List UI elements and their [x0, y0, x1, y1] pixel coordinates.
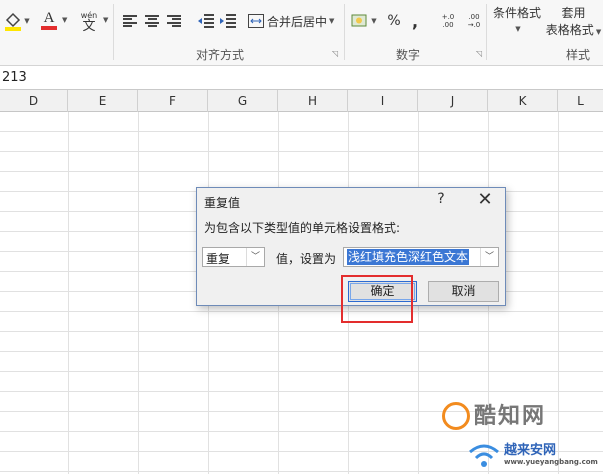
dialog-prompt: 为包含以下类型值的单元格设置格式: — [204, 221, 401, 235]
watermark-subtitle: 越来安网 — [504, 443, 557, 458]
font-color-letter: A — [43, 9, 55, 26]
format-with-label: 值，设置为 — [276, 252, 337, 266]
align-right-button[interactable] — [164, 12, 184, 30]
accounting-format-button[interactable]: ▼ — [350, 10, 378, 32]
chevron-down-icon: ▼ — [371, 17, 377, 25]
increase-indent-button[interactable] — [218, 12, 238, 30]
watermark: 酷知网 越来安网 www.yueyangbang.com — [430, 394, 603, 474]
chevron-down-icon: ▼ — [103, 16, 109, 24]
column-header-i[interactable]: I — [348, 90, 418, 112]
decrease-decimal-button[interactable]: .00 →.0 — [462, 10, 486, 32]
format-as-table-label-top: 套用 — [561, 6, 586, 20]
column-header-h[interactable]: H — [278, 90, 348, 112]
dialog-launcher-icon[interactable]: ◹ — [476, 49, 482, 58]
group-label-styles: 样式 — [566, 48, 591, 62]
formula-value: 213 — [2, 70, 27, 85]
merge-center-button[interactable]: 合并后居中 ▼ — [248, 10, 340, 32]
column-header-d[interactable]: D — [0, 90, 68, 112]
group-label-number: 数字 — [396, 48, 421, 62]
close-icon[interactable]: ✕ — [473, 189, 497, 211]
column-header-l[interactable]: L — [558, 90, 603, 112]
phonetic-guide-button[interactable]: wén 文 — [74, 8, 104, 34]
comma-style-button[interactable]: , — [406, 10, 424, 32]
increase-indent-icon — [220, 14, 236, 28]
column-header-e[interactable]: E — [68, 90, 138, 112]
comma-label: , — [411, 11, 419, 31]
watermark-logo-icon — [442, 402, 470, 430]
chevron-down-icon: ▼ — [62, 16, 68, 24]
align-center-button[interactable] — [142, 12, 162, 30]
dialog-title: 重复值 — [204, 196, 241, 210]
fill-color-button[interactable]: ▼ — [2, 10, 32, 32]
wifi-icon — [469, 444, 499, 467]
format-selected: 浅红填充色深红色文本 — [347, 249, 470, 265]
value-type-select[interactable]: 重复 ﹀ — [202, 247, 265, 267]
increase-decimal-label: +.0 .00 — [441, 13, 455, 29]
chevron-down-icon: ▼ — [24, 17, 30, 25]
format-select[interactable]: 浅红填充色深红色文本 ﹀ — [343, 247, 499, 267]
align-left-button[interactable] — [120, 12, 140, 30]
merge-center-label: 合并后居中 — [267, 14, 328, 29]
ribbon-separator — [344, 4, 345, 60]
currency-icon — [351, 14, 367, 27]
align-center-icon — [145, 15, 159, 27]
column-header-g[interactable]: G — [208, 90, 278, 112]
ribbon: ▼ A ▼ wén 文 ▼ 合并后居中 ▼ 对齐方式 ◹ ▼ % , +.0 .… — [0, 0, 603, 66]
decrease-indent-button[interactable] — [196, 12, 216, 30]
format-as-table-label: 表格格式 — [545, 23, 594, 37]
ribbon-separator — [113, 4, 114, 60]
ribbon-separator — [486, 4, 487, 60]
percent-label: % — [387, 13, 401, 29]
conditional-format-label: 条件格式 — [492, 6, 541, 20]
font-color-bar — [41, 25, 57, 30]
font-color-button[interactable]: A — [34, 8, 64, 32]
column-header-j[interactable]: J — [418, 90, 488, 112]
chevron-down-icon[interactable]: ﹀ — [246, 248, 264, 266]
formula-bar[interactable]: 213 — [0, 66, 603, 90]
watermark-name: 酷知网 — [474, 404, 547, 429]
chevron-down-icon: ▼ — [595, 28, 602, 36]
watermark-domain: www.yueyangbang.com — [504, 458, 598, 466]
chevron-down-icon: ▼ — [329, 17, 335, 25]
align-right-icon — [167, 15, 181, 27]
help-icon[interactable]: ? — [433, 191, 449, 209]
format-as-table-button[interactable]: 套用 表格格式 ▼ — [544, 2, 603, 38]
cancel-button[interactable]: 取消 — [428, 281, 499, 302]
format-as-table-label-bottom: 表格格式 ▼ — [546, 21, 601, 38]
column-header-row: D E F G H I J K L — [0, 90, 603, 112]
percent-style-button[interactable]: % — [384, 10, 404, 32]
column-header-f[interactable]: F — [138, 90, 208, 112]
group-label-alignment: 对齐方式 — [196, 48, 245, 62]
chevron-down-icon[interactable]: ﹀ — [480, 248, 498, 266]
dialog-launcher-icon[interactable]: ◹ — [332, 49, 338, 58]
conditional-format-button[interactable]: 条件格式 ▼ — [490, 2, 544, 38]
paint-bucket-icon — [5, 12, 22, 31]
value-type-selected: 重复 — [206, 252, 231, 266]
column-header-k[interactable]: K — [488, 90, 558, 112]
chevron-down-icon: ▼ — [515, 25, 521, 33]
merge-cells-icon — [248, 14, 264, 28]
decrease-indent-icon — [198, 14, 214, 28]
highlight-annotation — [341, 275, 413, 323]
align-left-icon — [123, 15, 137, 27]
phonetic-char: 文 — [82, 19, 96, 34]
increase-decimal-button[interactable]: +.0 .00 — [436, 10, 460, 32]
decrease-decimal-label: .00 →.0 — [467, 13, 481, 29]
